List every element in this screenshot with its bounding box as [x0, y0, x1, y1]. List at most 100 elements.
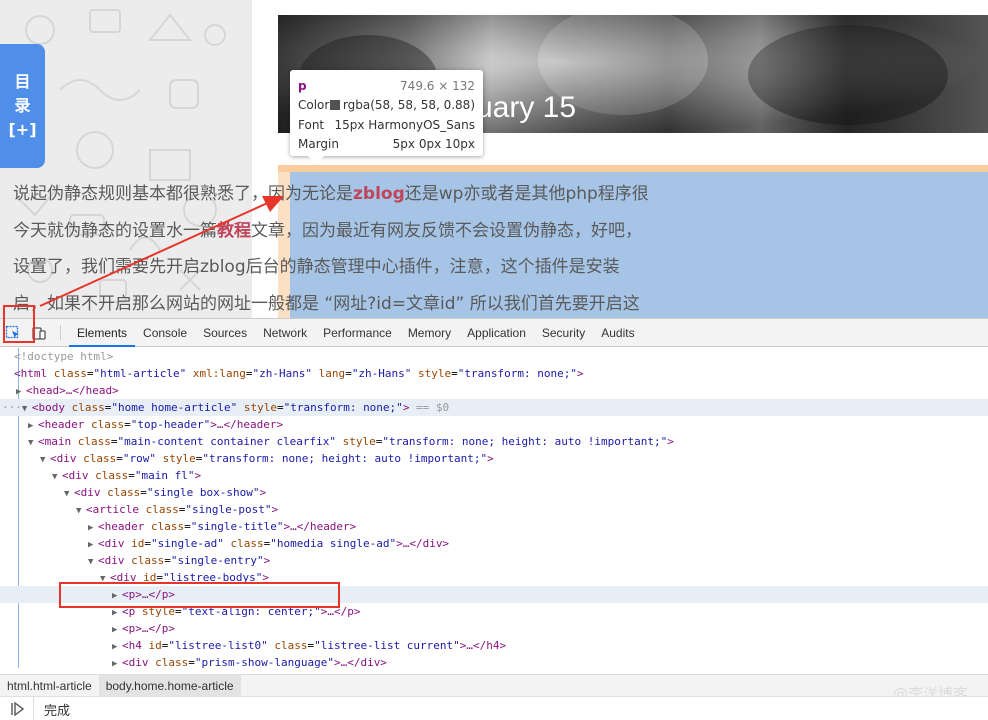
dom-text: class — [83, 452, 117, 465]
dom-node-p[interactable]: ▶ <p>…</p> — [0, 620, 988, 637]
margin-highlight — [278, 165, 988, 172]
dom-text: <div — [122, 656, 156, 669]
devtools-panel: Elements Console Sources Network Perform… — [0, 318, 988, 720]
dom-text: >…</header> — [283, 520, 357, 533]
dom-text: <div — [62, 469, 96, 482]
zblog-link[interactable]: zblog — [353, 184, 405, 204]
tooltip-font-value: 15px HarmonyOS_Sans — [334, 117, 475, 132]
dom-node-single-ad[interactable]: ▶ <div id="single-ad" class="homedia sing… — [0, 535, 988, 552]
dom-text: "single-title" — [190, 520, 284, 533]
dom-text: class — [90, 418, 125, 431]
dom-text: "home home-article" — [111, 401, 238, 414]
tab-memory[interactable]: Memory — [400, 319, 459, 346]
dom-text: <div — [74, 486, 108, 499]
dom-text: "homedia single-ad" — [270, 537, 397, 550]
toc-expand-label: [+] — [8, 120, 37, 139]
toc-label-2: 录 — [14, 96, 31, 115]
collapse-triangle-icon[interactable]: ▼ — [40, 452, 50, 467]
tab-audits[interactable]: Audits — [593, 319, 642, 346]
dom-node-main[interactable]: ▼ <main class="main-content container cle… — [0, 433, 988, 450]
dom-text: > — [487, 452, 494, 465]
text-span: 还是wp亦或者是其他php程序很 — [404, 184, 649, 204]
dom-text: "main-content container clearfix" — [117, 435, 337, 448]
collapse-triangle-icon[interactable]: ▼ — [28, 435, 38, 450]
paragraph-line: 今天就伪静态的设置水一篇教程文章，因为最近有网友反馈不会设置伪静态，好吧， — [13, 213, 733, 250]
dom-text: > — [259, 486, 267, 499]
dom-text: <head>…</head> — [26, 384, 119, 397]
dom-text: <h4 — [122, 639, 149, 652]
dom-text: >…</div> — [396, 537, 450, 550]
dom-node-single-entry[interactable]: ▼ <div class="single-entry"> — [0, 552, 988, 569]
collapse-triangle-icon[interactable]: ▼ — [22, 401, 32, 416]
dom-text: "listree-list0" — [168, 639, 268, 652]
dom-node-prism[interactable]: ▶ <div class="prism-show-language">…</div… — [0, 654, 988, 671]
dom-text: "transform: none;" — [457, 367, 578, 380]
tab-performance[interactable]: Performance — [315, 319, 400, 346]
tab-application[interactable]: Application — [459, 319, 534, 346]
dom-text: "top-header" — [130, 418, 211, 431]
expand-triangle-icon[interactable]: ▶ — [28, 418, 38, 433]
dom-node-head[interactable]: ▶ <head>…</head> — [0, 382, 988, 399]
dom-text: lang — [312, 367, 346, 380]
dom-node-single-title[interactable]: ▶ <header class="single-title">…</header> — [0, 518, 988, 535]
dom-text: xml:lang — [186, 367, 246, 380]
dom-text: style — [237, 401, 277, 414]
dom-text: class — [107, 486, 141, 499]
dom-node-h4[interactable]: ▶ <h4 id="listree-list0" class="listree-l… — [0, 637, 988, 654]
dom-text: class — [131, 554, 165, 567]
paragraph-line: 说起伪静态规则基本都很熟悉了，因为无论是zblog还是wp亦或者是其他php程序… — [13, 176, 733, 213]
tooltip-size: 749.6 × 132 — [400, 78, 475, 93]
tab-console[interactable]: Console — [135, 319, 195, 346]
tutorial-link[interactable]: 教程 — [217, 221, 251, 241]
dom-text: <p>…</p> — [122, 622, 175, 635]
dom-text: "row" — [122, 452, 156, 465]
dom-text: "transform: none;" — [283, 401, 403, 414]
dom-text: "single box-show" — [146, 486, 260, 499]
dom-node-main-fl[interactable]: ▼ <div class="main fl"> — [0, 467, 988, 484]
dom-node-header[interactable]: ▶ <header class="top-header">…</header> — [0, 416, 988, 433]
dom-text: <body — [31, 401, 72, 414]
expand-triangle-icon[interactable]: ▶ — [88, 537, 98, 552]
collapse-triangle-icon[interactable]: ▼ — [76, 503, 86, 518]
expand-triangle-icon[interactable]: ▶ — [112, 639, 122, 654]
expand-triangle-icon[interactable]: ▶ — [16, 384, 26, 399]
dom-node-html[interactable]: <html class="html-article" xml:lang="zh-… — [0, 365, 988, 382]
tooltip-color-label: Color — [298, 98, 330, 113]
dom-node-article[interactable]: ▼ <article class="single-post"> — [0, 501, 988, 518]
dom-node-body[interactable]: ···▼ <body class="home home-article" styl… — [0, 399, 988, 416]
dom-node-doctype[interactable]: <!doctype html> — [0, 348, 988, 365]
dom-text: <!doctype html> — [14, 350, 114, 363]
tab-elements[interactable]: Elements — [69, 319, 136, 347]
dom-node-row[interactable]: ▼ <div class="row" style="transform: none… — [0, 450, 988, 467]
run-button[interactable] — [0, 696, 34, 720]
collapse-triangle-icon[interactable]: ▼ — [52, 469, 62, 484]
breadcrumb-html[interactable]: html.html-article — [0, 675, 99, 696]
tab-network[interactable]: Network — [255, 319, 315, 346]
status-text: 完成 — [44, 703, 71, 719]
dom-text: class — [53, 367, 87, 380]
dom-node-single-box[interactable]: ▼ <div class="single box-show"> — [0, 484, 988, 501]
collapse-triangle-icon[interactable]: ▼ — [88, 554, 98, 569]
dom-text: "main fl" — [134, 469, 195, 482]
expand-triangle-icon[interactable]: ▶ — [112, 622, 122, 637]
tab-sources[interactable]: Sources — [195, 319, 255, 346]
expand-triangle-icon[interactable]: ▶ — [88, 520, 98, 535]
dom-text: <main — [38, 435, 78, 448]
toc-toggle-button[interactable]: 目 录 [+] — [0, 44, 45, 168]
dom-text: "single-entry" — [170, 554, 264, 567]
annotation-box-inspect — [3, 305, 35, 343]
dom-text: class — [145, 503, 179, 516]
collapse-triangle-icon[interactable]: ▼ — [64, 486, 74, 501]
dom-text: "zh-Hans" — [351, 367, 412, 380]
dom-text: class — [71, 401, 105, 414]
dom-text: > — [667, 435, 674, 448]
tab-security[interactable]: Security — [534, 319, 593, 346]
paragraph-line: 设置了，我们需要先开启zblog后台的静态管理中心插件，注意，这个插件是安装 — [13, 257, 620, 277]
breadcrumb-body[interactable]: body.home.home-article — [98, 675, 241, 696]
dom-text: "single-post" — [185, 503, 272, 516]
dom-text: id — [148, 639, 162, 652]
expand-triangle-icon[interactable]: ▶ — [112, 656, 122, 671]
dom-text: <div — [50, 452, 84, 465]
dom-text: "listree-list current" — [314, 639, 460, 652]
play-icon — [10, 702, 24, 716]
